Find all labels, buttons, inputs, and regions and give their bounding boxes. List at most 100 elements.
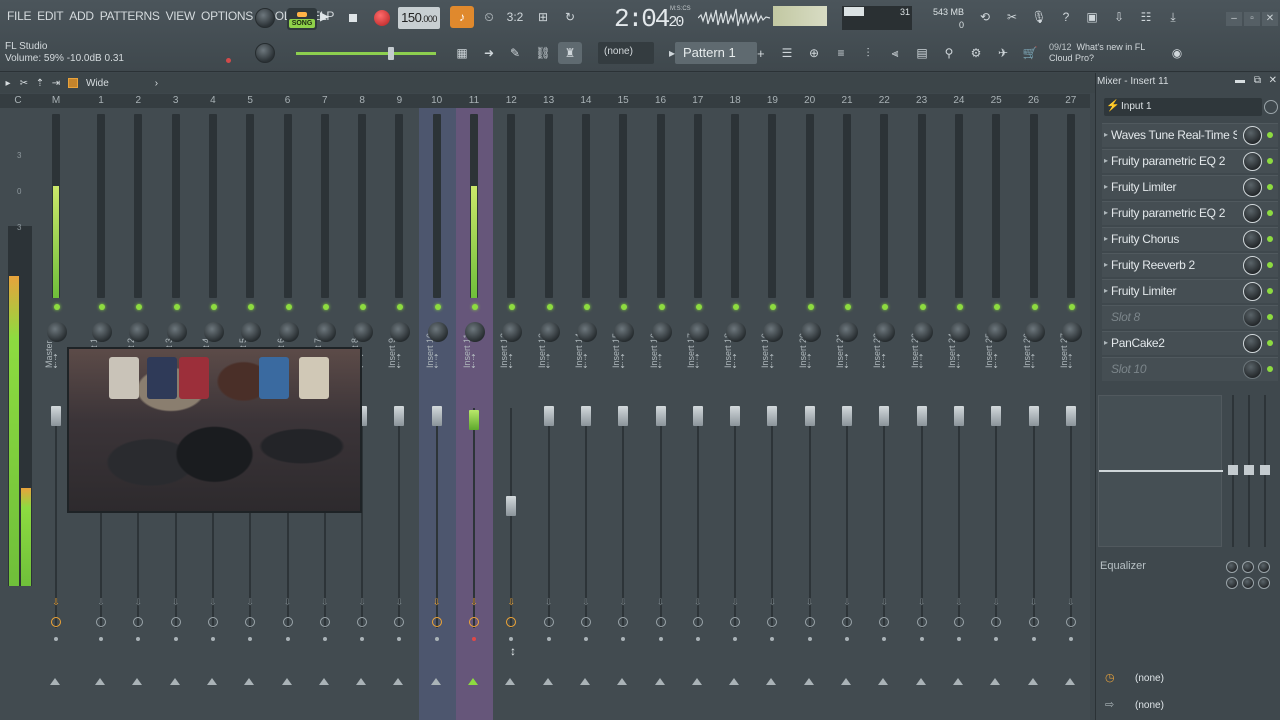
track-pan-knob[interactable]: [651, 322, 672, 342]
track-mute-led-icon[interactable]: [397, 304, 404, 310]
track-record-arm-icon[interactable]: [472, 637, 476, 641]
step-edit-icon[interactable]: ⊞: [531, 6, 555, 28]
stereo-separation-icon[interactable]: ⇡⇣: [731, 354, 738, 370]
fx-slot-label[interactable]: Fruity Reeverb 2: [1111, 258, 1237, 272]
track-volume-fader[interactable]: [655, 406, 666, 426]
stereo-separation-icon[interactable]: ⇡⇣: [768, 354, 775, 370]
track-fx-toggle[interactable]: [618, 617, 629, 627]
track-pan-knob[interactable]: [838, 322, 858, 342]
track-route-icon[interactable]: ⇩: [619, 597, 627, 607]
track-send-arrow-icon[interactable]: [729, 678, 740, 685]
track-mute-led-icon[interactable]: [956, 304, 963, 310]
track-fx-toggle[interactable]: [580, 617, 591, 627]
track-send-arrow-icon[interactable]: [1027, 678, 1038, 685]
track-record-arm-icon[interactable]: [882, 637, 887, 641]
track-record-arm-icon[interactable]: [807, 637, 812, 641]
track-pan-knob[interactable]: [390, 322, 411, 342]
track-fx-toggle[interactable]: [282, 617, 293, 627]
track-mute-led-icon[interactable]: [658, 304, 665, 310]
track-route-icon[interactable]: ⇩: [657, 597, 665, 607]
track-send-arrow-icon[interactable]: [990, 678, 1001, 685]
track-mute-led-icon[interactable]: [919, 304, 926, 310]
track-route-icon[interactable]: ⇩: [768, 597, 777, 607]
track-mute-led-icon[interactable]: [770, 304, 777, 310]
fx-slot-label[interactable]: Fruity Limiter: [1111, 180, 1237, 194]
track-fx-toggle[interactable]: [879, 617, 890, 627]
track-volume-fader[interactable]: [506, 496, 517, 516]
mixer-track-insert-9[interactable]: Insert 9 ⇡ ⇣ ⇩: [381, 108, 418, 720]
track-record-arm-icon[interactable]: [583, 637, 588, 641]
track-record-arm-icon[interactable]: [621, 637, 626, 641]
track-record-arm-icon[interactable]: [248, 637, 253, 641]
track-mute-led-icon[interactable]: [994, 304, 1001, 310]
track-mute-led-icon[interactable]: [1068, 304, 1075, 310]
panel-minimize-icon[interactable]: ▬: [1235, 75, 1245, 86]
mixer-view-checkbox[interactable]: [68, 78, 78, 88]
menu-patterns[interactable]: PATTERNS: [97, 9, 163, 23]
track-route-icon[interactable]: ⇩: [806, 597, 814, 607]
stereo-separation-icon[interactable]: ⇡⇣: [657, 354, 664, 370]
mixer-track-insert-26[interactable]: Insert 26 ⇡ ⇣ ⇩: [1016, 108, 1053, 720]
main-volume-slider[interactable]: [296, 47, 436, 60]
fx-slot-3[interactable]: ▸ Fruity Limiter: [1102, 175, 1278, 199]
master-volume-knob[interactable]: [255, 8, 275, 28]
record-button[interactable]: [374, 10, 390, 26]
track-fx-toggle[interactable]: [730, 617, 741, 627]
track-pan-knob[interactable]: [203, 322, 224, 342]
mixer-menu-arrow-icon[interactable]: ▸: [0, 78, 16, 89]
fx-slot-label[interactable]: Waves Tune Real-Time S...: [1111, 128, 1237, 142]
track-fx-toggle[interactable]: [655, 617, 666, 627]
close-button[interactable]: ✕: [1262, 12, 1278, 26]
track-volume-fader[interactable]: [618, 406, 629, 426]
stereo-separation-icon[interactable]: ⇡⇣: [843, 354, 850, 370]
stereo-separation-icon[interactable]: ⇡⇣: [619, 354, 626, 370]
stereo-separation-icon[interactable]: ⇡⇣: [1067, 354, 1074, 370]
track-mute-led-icon[interactable]: [285, 304, 292, 310]
track-fx-toggle[interactable]: [767, 617, 778, 627]
mixer-track-insert-14[interactable]: Insert 14 ⇡ ⇣ ⇩: [568, 108, 605, 720]
track-volume-fader[interactable]: [730, 406, 741, 426]
track-record-arm-icon[interactable]: [210, 637, 215, 641]
globe-icon[interactable]: ◉: [1165, 42, 1189, 64]
slot-expand-icon[interactable]: ▸: [1104, 130, 1108, 139]
metronome-icon[interactable]: ♪: [450, 6, 474, 28]
stereo-separation-icon[interactable]: ⇡⇣: [582, 354, 589, 370]
fx-slot-6[interactable]: ▸ Fruity Reeverb 2: [1102, 253, 1278, 277]
track-send-arrow-icon[interactable]: [841, 678, 851, 685]
mixer-track-insert-22[interactable]: Insert 22 ⇡ ⇣ ⇩: [866, 108, 903, 720]
track-pan-knob[interactable]: [502, 322, 523, 342]
fx-slot-4[interactable]: ▸ Fruity parametric EQ 2: [1102, 201, 1278, 225]
track-record-arm-icon[interactable]: [509, 637, 514, 641]
sliders-icon[interactable]: ⫷: [883, 42, 907, 64]
slot-expand-icon[interactable]: ▸: [1104, 234, 1108, 243]
track-volume-fader[interactable]: [394, 406, 405, 426]
track-record-arm-icon[interactable]: [54, 637, 58, 641]
track-send-arrow-icon[interactable]: [803, 678, 814, 685]
track-volume-fader[interactable]: [804, 406, 815, 426]
mixer-track-insert-15[interactable]: Insert 15 ⇡ ⇣ ⇩: [605, 108, 642, 720]
mixer-tool2-icon[interactable]: ⇡: [32, 78, 48, 89]
fx-slot-5[interactable]: ▸ Fruity Chorus: [1102, 227, 1278, 251]
track-volume-fader[interactable]: [692, 406, 703, 426]
loop-record-icon[interactable]: ↻: [558, 6, 582, 28]
mixer-track-insert-16[interactable]: Insert 16 ⇡ ⇣ ⇩: [643, 108, 680, 720]
mixer-track-insert-20[interactable]: Insert 20 ⇡ ⇣ ⇩: [792, 108, 829, 720]
track-pan-knob[interactable]: [92, 322, 112, 342]
fx-slot-label[interactable]: Fruity Chorus: [1111, 232, 1237, 246]
panel-restore-icon[interactable]: ⧉: [1254, 75, 1261, 86]
fx-slot-mix-knob[interactable]: [1243, 334, 1262, 353]
track-send-arrow-icon[interactable]: [95, 678, 105, 685]
mixer-track-insert-25[interactable]: Insert 25 ⇡ ⇣ ⇩: [978, 108, 1015, 720]
fx-slot-label[interactable]: Fruity parametric EQ 2: [1111, 206, 1237, 220]
track-pan-knob[interactable]: [166, 322, 187, 342]
eq-band-mid-handle[interactable]: [1244, 465, 1254, 475]
panel-close-icon[interactable]: ✕: [1269, 75, 1277, 86]
track-send-arrow-icon[interactable]: [393, 678, 404, 685]
track-fx-toggle[interactable]: [357, 617, 368, 627]
track-route-icon[interactable]: ⇩: [284, 597, 292, 607]
menu-options[interactable]: OPTIONS: [198, 9, 256, 23]
fx-slot-enable-led-icon[interactable]: [1267, 210, 1273, 216]
track-record-arm-icon[interactable]: [658, 637, 663, 641]
mixer-track-insert-27[interactable]: Insert 27 ⇡ ⇣ ⇩: [1053, 108, 1090, 720]
track-send-arrow-icon[interactable]: [617, 678, 628, 685]
